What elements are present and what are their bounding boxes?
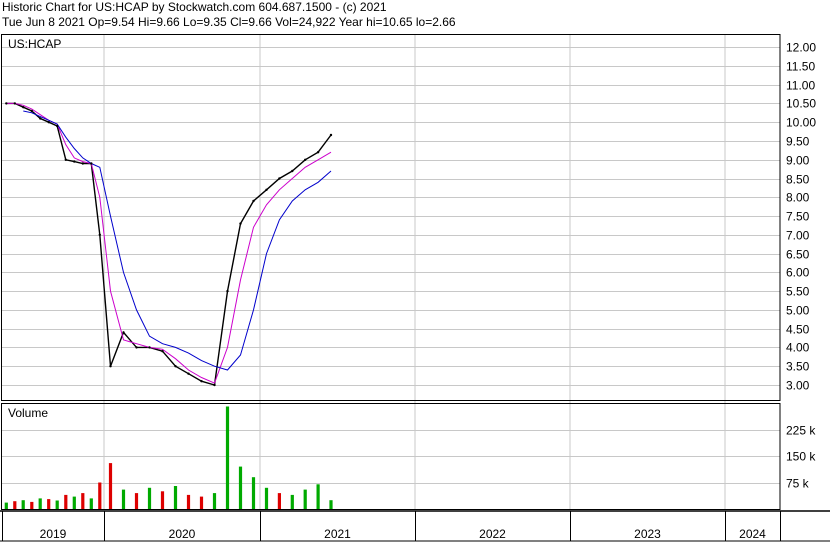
price-tick-label: 7.00 bbox=[786, 229, 810, 243]
volume-bar bbox=[108, 463, 113, 509]
price-tick-label: 11.50 bbox=[786, 60, 815, 74]
volume-bar bbox=[329, 500, 333, 509]
volume-bar bbox=[55, 500, 59, 509]
price-point bbox=[22, 106, 25, 109]
price-point bbox=[213, 383, 216, 387]
price-point bbox=[239, 222, 242, 225]
stock-chart: 12.00 11.50 11.00 10.50 10.00 9.50 9.00 8.50 8.0… bbox=[0, 34, 830, 542]
volume-tick-label: 150 k bbox=[786, 450, 816, 464]
year-tick-label: 2021 bbox=[324, 527, 351, 541]
price-point bbox=[30, 109, 33, 113]
volume-bar bbox=[98, 482, 102, 509]
price-point bbox=[135, 346, 138, 349]
volume-bar bbox=[30, 501, 34, 509]
price-tick-label: 3.50 bbox=[786, 360, 810, 374]
price-tick-label: 6.50 bbox=[786, 248, 810, 262]
volume-bar bbox=[121, 489, 126, 509]
price-point bbox=[122, 331, 125, 334]
volume-tick-label: 225 k bbox=[786, 424, 816, 438]
price-point bbox=[5, 102, 8, 105]
price-tick-label: 8.50 bbox=[786, 173, 810, 187]
short-moving-average-line bbox=[6, 102, 332, 384]
price-tick-label: 11.00 bbox=[786, 79, 815, 93]
price-point bbox=[81, 162, 85, 165]
symbol-label: US:HCAP bbox=[8, 37, 61, 51]
price-point bbox=[109, 365, 112, 368]
year-tick-label: 2020 bbox=[169, 527, 196, 541]
volume-bar bbox=[4, 502, 8, 509]
year-tick-label: 2024 bbox=[739, 527, 766, 541]
price-point bbox=[226, 289, 229, 293]
volume-bar bbox=[290, 494, 294, 509]
price-tick-label: 4.00 bbox=[786, 341, 810, 355]
price-point bbox=[90, 162, 93, 165]
price-point bbox=[304, 158, 307, 161]
price-tick-label: 9.50 bbox=[786, 135, 810, 149]
price-tick-label: 5.50 bbox=[786, 285, 810, 299]
volume-bar bbox=[251, 477, 256, 509]
price-tick-label: 8.00 bbox=[786, 191, 810, 205]
volume-bar bbox=[186, 494, 191, 509]
volume-bar bbox=[47, 499, 51, 509]
volume-bar bbox=[277, 493, 281, 509]
volume-bar bbox=[264, 487, 269, 509]
volume-label: Volume bbox=[8, 406, 48, 420]
price-line bbox=[6, 102, 332, 386]
volume-bar bbox=[38, 498, 42, 509]
price-tick-label: 10.50 bbox=[786, 97, 816, 111]
volume-bar bbox=[225, 406, 230, 509]
price-point bbox=[47, 121, 50, 124]
price-tick-label: 4.50 bbox=[786, 323, 810, 337]
price-point bbox=[56, 124, 59, 128]
price-point bbox=[98, 233, 102, 236]
price-lines bbox=[5, 102, 333, 387]
volume-bar bbox=[199, 496, 204, 509]
price-point bbox=[39, 117, 42, 120]
price-tick-label: 12.00 bbox=[786, 41, 816, 55]
price-point bbox=[73, 160, 76, 163]
year-tick-label: 2019 bbox=[40, 527, 67, 541]
price-tick-label: 9.00 bbox=[786, 154, 810, 168]
volume-bar bbox=[64, 494, 68, 509]
price-point bbox=[252, 199, 255, 203]
price-point bbox=[291, 169, 294, 173]
price-point bbox=[316, 151, 320, 154]
price-point bbox=[13, 102, 16, 105]
price-tick-label: 10.00 bbox=[786, 116, 816, 130]
price-point bbox=[200, 380, 203, 383]
grid bbox=[2, 34, 780, 509]
price-point bbox=[329, 133, 333, 137]
price-tick-label: 5.00 bbox=[786, 304, 810, 318]
price-point bbox=[161, 350, 164, 353]
year-tick-label: 2022 bbox=[479, 527, 506, 541]
volume-bar bbox=[134, 493, 139, 509]
volume-bar bbox=[238, 466, 243, 509]
volume-bar bbox=[173, 486, 178, 509]
price-tick-label: 3.00 bbox=[786, 379, 810, 393]
volume-bar bbox=[81, 493, 85, 509]
volume-tick-label: 75 k bbox=[786, 477, 810, 491]
volume-bar bbox=[316, 484, 320, 509]
volume-bar bbox=[72, 496, 76, 509]
price-point bbox=[64, 158, 68, 161]
volume-bar bbox=[303, 489, 307, 509]
year-tick-label: 2023 bbox=[634, 527, 661, 541]
volume-bar bbox=[21, 500, 25, 509]
price-point bbox=[187, 372, 190, 375]
price-tick-label: 7.50 bbox=[786, 210, 810, 224]
volume-bar bbox=[212, 493, 217, 509]
price-point bbox=[278, 177, 281, 180]
volume-bar bbox=[89, 498, 93, 509]
volume-bar bbox=[147, 487, 152, 509]
price-point bbox=[174, 365, 177, 368]
volume-bar bbox=[160, 491, 165, 509]
volume-bars bbox=[4, 406, 333, 509]
price-point bbox=[265, 188, 268, 191]
volume-bar bbox=[13, 501, 17, 509]
price-point bbox=[148, 346, 151, 349]
price-tick-label: 6.00 bbox=[786, 266, 810, 280]
